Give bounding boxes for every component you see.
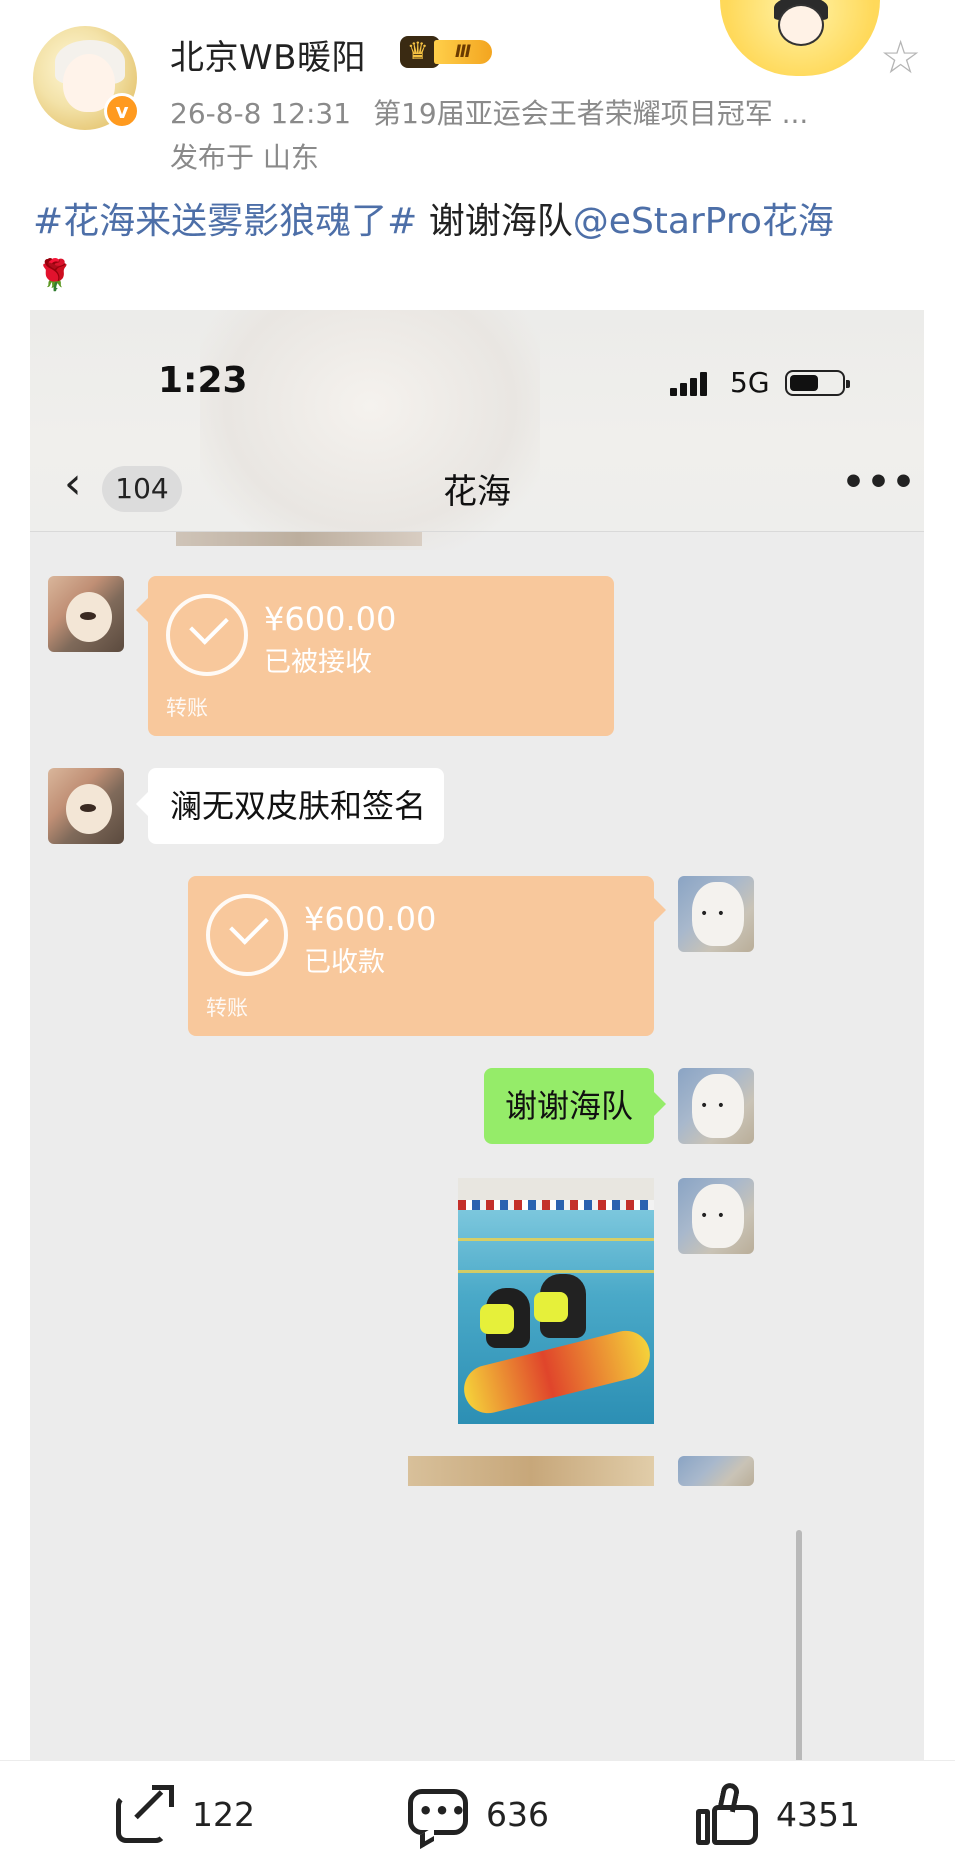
transfer-status: 已被接收	[264, 647, 372, 678]
contact-avatar[interactable]	[48, 768, 124, 844]
partial-image-bottom	[408, 1456, 654, 1486]
post-body: 谢谢海队	[417, 201, 573, 242]
transfer-bubble-sent[interactable]: ¥600.00 已收款 转账	[188, 876, 666, 1036]
more-icon[interactable]: •••	[842, 462, 917, 503]
my-avatar[interactable]	[678, 1456, 754, 1486]
like-icon	[694, 1781, 762, 1849]
transfer-amount: ¥600.00	[264, 600, 397, 638]
scrollbar[interactable]	[796, 1530, 802, 1760]
message-bubble-sent[interactable]: 谢谢海队	[484, 1068, 666, 1144]
transfer-amount: ¥600.00	[304, 900, 437, 938]
post-text: #花海来送雾影狼魂了# 谢谢海队@eStarPro花海	[33, 196, 923, 248]
partial-image-top	[176, 532, 422, 546]
chat-title: 花海	[443, 472, 511, 512]
post-source: 第19届亚运会王者荣耀项目冠军 ...	[373, 97, 809, 130]
post-meta: 26-8-8 12:31 第19届亚运会王者荣耀项目冠军 ...	[170, 92, 808, 132]
battery-icon	[785, 370, 850, 396]
transfer-status: 已收款	[304, 947, 385, 978]
post-image-chat-screenshot[interactable]: 1:23 5G ‹ 104 花海 ••• 凌晨 1:18 ¥600.00 已被接…	[30, 310, 924, 1760]
decoration-sticker	[720, 0, 880, 76]
signal-icon	[670, 370, 716, 396]
my-avatar[interactable]	[678, 1178, 754, 1254]
network-label: 5G	[730, 366, 770, 399]
sticker-head	[778, 4, 824, 46]
sent-photo-pool[interactable]	[458, 1178, 654, 1424]
my-avatar[interactable]	[678, 876, 754, 952]
share-icon	[110, 1781, 178, 1849]
share-button[interactable]: 122	[110, 1781, 280, 1851]
mention-link[interactable]: @eStarPro花海	[573, 201, 834, 242]
transfer-label: 转账	[166, 696, 208, 720]
status-time: 1:23	[158, 360, 248, 401]
post-action-bar: 122 ••• 636 4351	[0, 1760, 955, 1866]
level-badge: Ⅲ	[400, 36, 498, 68]
message-bubble-received[interactable]: 澜无双皮肤和签名	[136, 768, 444, 844]
rose-emoji: 🌹	[36, 258, 74, 293]
check-circle-icon	[206, 894, 288, 976]
check-circle-icon	[166, 594, 248, 676]
comment-icon: •••	[404, 1781, 472, 1850]
post-timestamp: 26-8-8 12:31	[170, 97, 352, 130]
transfer-bubble-received[interactable]: ¥600.00 已被接收 转账	[136, 576, 614, 736]
like-button[interactable]: 4351	[694, 1781, 894, 1851]
like-count: 4351	[776, 1795, 860, 1834]
author-name[interactable]: 北京WB暖阳	[170, 30, 366, 79]
level-badge-label: Ⅲ	[434, 40, 492, 64]
chat-nav-bar: ‹ 104 花海 •••	[30, 440, 924, 532]
hashtag-link[interactable]: #花海来送雾影狼魂了#	[33, 201, 417, 242]
transfer-label: 转账	[206, 996, 248, 1020]
comment-button[interactable]: ••• 636	[404, 1781, 574, 1851]
my-avatar[interactable]	[678, 1068, 754, 1144]
contact-avatar[interactable]	[48, 576, 124, 652]
comment-count: 636	[486, 1795, 549, 1834]
share-count: 122	[192, 1795, 255, 1834]
post-location: 发布于 山东	[170, 141, 319, 174]
verified-badge-icon: v	[104, 93, 140, 129]
favorite-star-icon[interactable]: ☆	[880, 34, 921, 80]
